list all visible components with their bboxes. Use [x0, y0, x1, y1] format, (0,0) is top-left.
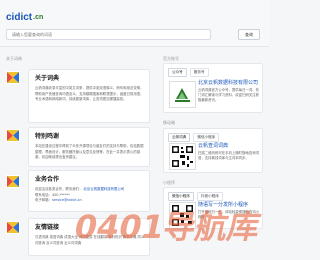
panel1-text: 云帆词典官方公众号，提供每日一词、热门词汇解读与学习资料，欢迎扫码关注获取最新资… [198, 88, 260, 102]
panel3-title: 随语写一分发所小程序 [198, 202, 249, 208]
business-email-label: 电子邮箱： [35, 198, 52, 202]
panel2-tabs: 云帆词典 微信小程序 [164, 129, 262, 142]
panel2-label: 移动端 [163, 120, 175, 125]
panel3-tabs: 微信小程序 抖音小程序 [164, 188, 262, 201]
links-card: 友情链接 汉语词典 英语词典 成语大全 诗词鉴赏 在线翻译 百科知识 新华字典 … [28, 218, 150, 256]
business-icon [6, 173, 20, 188]
panel1-info: 北京云帆数据科技有限公司 云帆词典官方公众号，提供每日一词、热门词汇解读与学习资… [198, 81, 260, 103]
panel3-info: 随语写一分发所小程序 打开微信扫一扫，体验轻量便捷的查词小程序。 [198, 203, 260, 220]
panel1-title: 北京云帆数据科技有限公司 [198, 80, 259, 86]
business-phone-label: 联系电话： [35, 192, 52, 197]
search-box[interactable] [6, 29, 211, 40]
business-text: 欢迎洽谈各类合作。联系我们： 北京云帆数据科技有限公司 联系电话：400-***… [35, 187, 145, 204]
miniprogram-panel: 微信小程序 抖音小程序 随语写一分发所小程序 打开微信扫一扫，体验轻量便捷的查词… [163, 187, 263, 229]
search-button[interactable]: 查询 [238, 29, 260, 40]
panel2-info: 云帆查词词典 扫描二维码即可在手机上随时随地查询词语，支持离线词库与生词本同步。 [198, 144, 260, 161]
business-title: 业务合作 [35, 176, 60, 183]
panel2-title: 云帆查词词典 [198, 143, 229, 149]
panel2-text: 扫描二维码即可在手机上随时随地查询词语，支持离线词库与生词本同步。 [198, 151, 260, 160]
logo-domain: .cn [33, 13, 44, 21]
official-account-panel: 公众号 服务号 北京云帆数据科技有限公司 云帆词典官方公众号，提供每日一词、热门… [163, 63, 263, 113]
links-title: 友情链接 [35, 224, 60, 231]
search-input[interactable] [12, 30, 202, 39]
business-phone: 400-****** [51, 192, 70, 197]
top-bar: cidict .cn 查询 [0, 0, 269, 47]
about-card: 关于词典 云帆词典收录丰富的中英文词条，提供中英双语释义、例句和用法说明，帮助用… [28, 69, 150, 123]
miniprogram-qr-icon [169, 202, 196, 229]
site-logo[interactable]: cidict .cn [6, 9, 43, 25]
thanks-title: 特别鸣谢 [35, 133, 60, 140]
panel1-label: 官方账号 [163, 56, 179, 61]
mobile-panel: 云帆词典 微信小程序 云帆查词词典 扫描二维码即可在手机上随时随地查询词语，支持… [163, 128, 263, 173]
business-card: 业务合作 欢迎洽谈各类合作。联系我们： 北京云帆数据科技有限公司 联系电话：40… [28, 170, 150, 212]
thanks-icon [6, 127, 20, 142]
about-icon [6, 69, 20, 84]
logo-text: cidict [6, 11, 33, 23]
tab-official[interactable]: 公众号 [168, 68, 187, 77]
tab-wechat[interactable]: 微信小程序 [168, 192, 194, 201]
business-company-link[interactable]: 北京云帆数据科技有限公司 [84, 187, 125, 191]
panel3-text: 打开微信扫一扫，体验轻量便捷的查词小程序。 [198, 210, 260, 219]
qr-code-icon [169, 143, 196, 170]
about-text: 云帆词典收录丰富的中英文词条，提供中英双语释义、例句和用法说明，帮助用户快速查询… [35, 86, 144, 101]
tab-douyin[interactable]: 抖音小程序 [196, 192, 223, 201]
tab-app[interactable]: 云帆词典 [168, 133, 191, 142]
official-logo [169, 81, 196, 108]
business-email-link[interactable]: service@cidict.cn [52, 198, 82, 202]
section-label: 关于词典 [6, 56, 22, 61]
left-column: 关于词典 [6, 56, 150, 67]
thanks-card: 特别鸣谢 本站在建设过程中得到了众多开源项目与朋友们的支持与帮助，包括数据整理、… [28, 127, 150, 167]
links-icon [6, 219, 20, 234]
thanks-text: 本站在建设过程中得到了众多开源项目与朋友们的支持与帮助，包括数据整理、界面设计、… [35, 144, 144, 159]
tab-service[interactable]: 服务号 [189, 68, 209, 77]
business-intro: 欢迎洽谈各类合作。联系我们： [35, 187, 83, 191]
tab-miniprogram[interactable]: 微信小程序 [193, 133, 220, 142]
about-title: 关于词典 [35, 75, 60, 82]
links-text[interactable]: 汉语词典 英语词典 成语大全 诗词鉴赏 在线翻译 百科知识 新华字典 同义词查询… [35, 235, 145, 246]
panel1-tabs: 公众号 服务号 [164, 64, 262, 77]
panel3-label: 小程序 [163, 180, 175, 185]
